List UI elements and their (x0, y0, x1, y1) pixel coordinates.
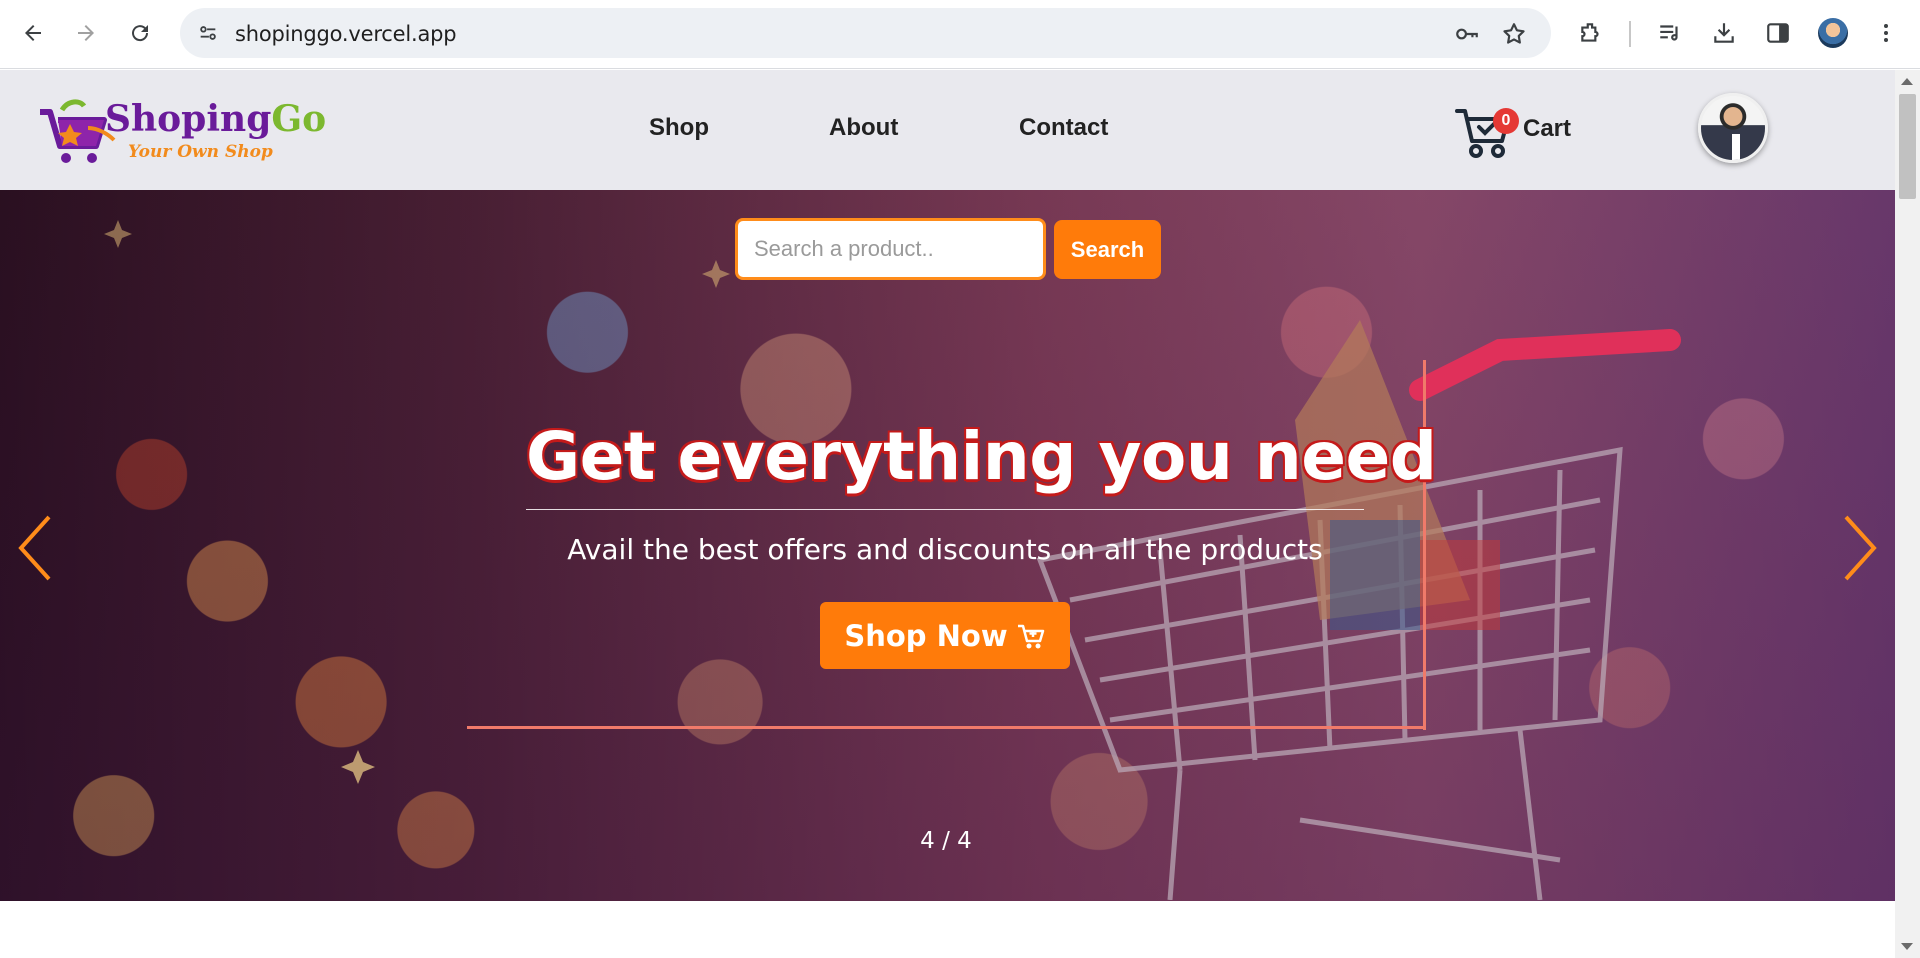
shop-now-button[interactable]: Shop Now (820, 602, 1070, 669)
reload-icon[interactable] (120, 13, 160, 53)
side-panel-icon[interactable] (1760, 15, 1796, 51)
carousel-prev-arrow-icon[interactable] (10, 508, 60, 588)
cart-label: Cart (1523, 115, 1572, 142)
media-queue-icon[interactable] (1652, 15, 1688, 51)
profile-avatar[interactable] (1818, 18, 1848, 48)
extensions-icon[interactable] (1573, 15, 1609, 51)
scroll-down-arrow-icon[interactable] (1901, 943, 1913, 950)
logo-tagline: Your Own Shop (128, 142, 273, 162)
address-bar[interactable]: shopinggo.vercel.app (180, 8, 1551, 58)
forward-arrow-icon[interactable] (66, 13, 106, 53)
search-input[interactable] (735, 218, 1046, 280)
logo-name-part2: Go (271, 98, 327, 140)
hero-title: Get everything you need (526, 418, 1437, 495)
cart-add-icon (1017, 624, 1044, 648)
hero-subtitle: Avail the best offers and discounts on a… (567, 533, 1323, 566)
url-text[interactable]: shopinggo.vercel.app (235, 22, 457, 46)
site-info-icon[interactable] (194, 19, 222, 47)
shop-now-label: Shop Now (844, 618, 1008, 653)
nav-link-contact[interactable]: Contact (1019, 114, 1108, 142)
back-arrow-icon[interactable] (13, 13, 53, 53)
browser-toolbar: shopinggo.vercel.app (0, 0, 1920, 69)
nav-link-about[interactable]: About (829, 114, 898, 142)
site-logo[interactable]: ShopingGo Your Own Shop (36, 98, 326, 168)
shopping-cart-logo-icon (40, 99, 116, 163)
hero-carousel: Search Get everything you need Avail the… (0, 190, 1895, 901)
decorative-frame-horizontal (467, 726, 1426, 729)
carousel-next-arrow-icon[interactable] (1835, 508, 1885, 588)
cart-link[interactable]: 0 Cart (1455, 101, 1595, 161)
page-scrollbar[interactable] (1895, 70, 1920, 958)
logo-name-part1: Shoping (105, 98, 272, 140)
scrollbar-thumb[interactable] (1899, 94, 1916, 199)
user-avatar[interactable] (1698, 93, 1768, 163)
slide-counter: 4 / 4 (920, 828, 972, 854)
search-button[interactable]: Search (1054, 220, 1161, 279)
cart-count-badge: 0 (1493, 108, 1519, 134)
bookmark-star-icon[interactable] (1499, 19, 1529, 49)
scroll-up-arrow-icon[interactable] (1901, 78, 1913, 85)
toolbar-divider (1629, 21, 1631, 47)
password-key-icon[interactable] (1452, 19, 1482, 49)
more-menu-icon[interactable] (1868, 15, 1904, 51)
download-icon[interactable] (1706, 15, 1742, 51)
nav-link-shop[interactable]: Shop (649, 114, 709, 142)
logo-wordmark: ShopingGo (105, 98, 326, 140)
decorative-frame-vertical (1423, 360, 1426, 730)
site-header: ShopingGo Your Own Shop Shop About Conta… (0, 70, 1895, 190)
hero-divider (526, 509, 1364, 510)
